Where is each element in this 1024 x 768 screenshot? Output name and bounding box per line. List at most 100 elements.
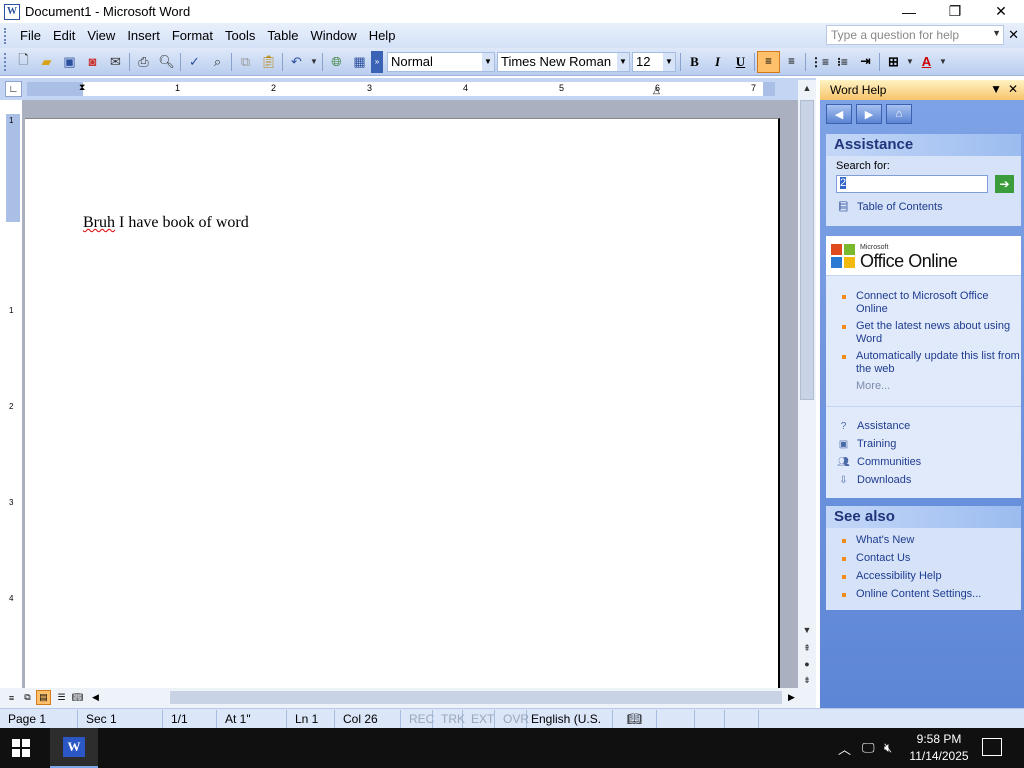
help-search-input[interactable]: Type a question for help ▼ xyxy=(826,25,1004,45)
volume-muted-icon[interactable]: 🔇︎ xyxy=(884,728,892,768)
chevron-down-icon[interactable]: ▼ xyxy=(992,28,1001,38)
contact-us-link[interactable]: Contact Us xyxy=(826,552,1021,565)
assistance-link[interactable]: ? Assistance xyxy=(826,417,1021,435)
vertical-ruler[interactable]: 1 1 2 3 4 xyxy=(6,106,20,686)
help-search-field[interactable]: 2 xyxy=(836,175,988,193)
document-text[interactable]: Bruh I have book of word xyxy=(83,214,249,232)
print-icon[interactable]: ⎙ xyxy=(132,51,155,73)
task-pane-menu-icon[interactable]: ▼ xyxy=(990,82,1002,96)
print-preview-icon[interactable]: 🔍︎ xyxy=(155,51,178,73)
vertical-scrollbar[interactable]: ▲ ▼ ⇞ ● ⇟ xyxy=(798,80,816,690)
font-select[interactable]: Times New Roman ▼ xyxy=(497,51,630,72)
status-language[interactable]: English (U.S. xyxy=(527,709,613,728)
latest-news-link[interactable]: Get the latest news about using Word xyxy=(826,320,1021,346)
toolbar-grip[interactable] xyxy=(4,52,8,71)
bold-button[interactable]: B xyxy=(683,51,706,73)
start-search-icon[interactable]: ➔ xyxy=(995,175,1014,193)
web-layout-view-icon[interactable]: ⧉ xyxy=(20,690,35,705)
underline-button[interactable]: U xyxy=(729,51,752,73)
downloads-link[interactable]: ⇩ Downloads xyxy=(826,471,1021,489)
table-of-contents-link[interactable]: 📘︎ Table of Contents xyxy=(826,198,1021,216)
notifications-icon[interactable] xyxy=(982,738,1002,756)
outline-view-icon[interactable]: ☰ xyxy=(54,690,69,705)
communities-link[interactable]: 👥︎ Communities xyxy=(826,453,1021,471)
menu-window[interactable]: Window xyxy=(304,28,362,43)
auto-update-link[interactable]: Automatically update this list from the … xyxy=(826,350,1021,376)
menu-view[interactable]: View xyxy=(81,28,121,43)
spelling-icon[interactable]: ✓ xyxy=(183,51,206,73)
misspelled-word[interactable]: Bruh xyxy=(83,214,115,231)
new-document-icon[interactable]: 🗋 xyxy=(12,51,35,73)
scroll-up-icon[interactable]: ▲ xyxy=(798,80,816,96)
word-app-icon[interactable]: W xyxy=(4,3,20,20)
scroll-down-icon[interactable]: ▼ xyxy=(798,622,816,638)
vertical-scroll-thumb[interactable] xyxy=(800,100,814,400)
font-size-select[interactable]: 12 ▼ xyxy=(632,51,676,72)
training-link[interactable]: ▣ Training xyxy=(826,435,1021,453)
menu-edit[interactable]: Edit xyxy=(47,28,81,43)
indent-marker-icon[interactable]: ⧗ xyxy=(79,82,85,93)
document-page[interactable]: Bruh I have book of word xyxy=(25,118,780,688)
home-icon[interactable]: ⌂ xyxy=(886,104,912,124)
align-center-icon[interactable]: ≡ xyxy=(780,51,803,73)
status-rec[interactable]: REC xyxy=(401,709,434,728)
horizontal-ruler[interactable]: 1 2 3 4 5 6 7 ⧗ △ xyxy=(27,82,775,96)
back-icon[interactable]: ◀ xyxy=(826,104,852,124)
taskbar-clock[interactable]: 9:58 PM 11/14/2025 xyxy=(904,731,974,765)
open-folder-icon[interactable]: ▰ xyxy=(35,51,58,73)
permission-icon[interactable]: ◙ xyxy=(81,51,104,73)
scroll-right-icon[interactable]: ▶ xyxy=(784,690,799,705)
style-select[interactable]: Normal ▼ xyxy=(387,51,495,72)
next-page-icon[interactable]: ⇟ xyxy=(798,672,816,688)
scroll-left-icon[interactable]: ◀ xyxy=(88,690,103,705)
border-icon[interactable]: ⊞ xyxy=(882,51,905,73)
menu-grip[interactable] xyxy=(4,27,8,44)
paste-icon[interactable]: 📋︎ xyxy=(257,51,280,73)
reading-layout-view-icon[interactable]: 📖︎ xyxy=(70,690,85,705)
status-pages[interactable]: 1/1 xyxy=(163,709,217,728)
horizontal-scroll-thumb[interactable] xyxy=(170,691,782,704)
chevron-down-icon[interactable]: ▼ xyxy=(663,52,675,71)
indent-icon[interactable]: ⇥ xyxy=(854,51,877,73)
menu-table[interactable]: Table xyxy=(261,28,304,43)
status-trk[interactable]: TRK xyxy=(433,709,465,728)
undo-icon[interactable]: ↶ xyxy=(285,51,308,73)
align-left-icon[interactable]: ≡ xyxy=(757,50,780,73)
italic-button[interactable]: I xyxy=(706,51,729,73)
restore-button[interactable]: ❐ xyxy=(932,0,978,23)
status-ovr[interactable]: OVR xyxy=(495,709,529,728)
tab-selector-icon[interactable]: ∟ xyxy=(5,81,22,97)
font-color-dropdown-icon[interactable]: ▼ xyxy=(938,51,948,73)
windows-start-icon[interactable] xyxy=(12,739,30,757)
toolbar-options-icon[interactable]: » xyxy=(371,50,383,73)
connect-online-link[interactable]: Connect to Microsoft Office Online xyxy=(826,290,1021,316)
email-icon[interactable]: ✉ xyxy=(104,51,127,73)
status-line[interactable]: Ln 1 xyxy=(287,709,335,728)
status-page[interactable]: Page 1 xyxy=(0,709,78,728)
task-pane-close-icon[interactable]: ✕ xyxy=(1008,82,1018,96)
previous-page-icon[interactable]: ⇞ xyxy=(798,640,816,656)
status-column[interactable]: Col 26 xyxy=(335,709,401,728)
select-browse-object-icon[interactable]: ● xyxy=(798,656,816,672)
bullets-icon[interactable]: ⁝≡ xyxy=(831,51,854,73)
forward-icon[interactable]: ▶ xyxy=(856,104,882,124)
print-layout-view-icon[interactable]: ▤ xyxy=(36,690,51,705)
more-link[interactable]: More... xyxy=(826,380,1021,392)
hyperlink-icon[interactable]: 🌐︎ xyxy=(325,51,348,73)
insert-table-icon[interactable]: ▦ xyxy=(348,51,371,73)
font-color-icon[interactable]: A xyxy=(915,51,938,73)
status-section[interactable]: Sec 1 xyxy=(78,709,163,728)
research-icon[interactable]: ⌕ xyxy=(206,51,229,73)
show-hidden-icons-icon[interactable]: ︿ xyxy=(838,728,851,768)
right-indent-marker-icon[interactable]: △ xyxy=(653,85,660,96)
undo-dropdown-icon[interactable]: ▼ xyxy=(308,51,320,73)
normal-view-icon[interactable]: ≡ xyxy=(4,690,19,705)
close-document-icon[interactable]: ✕ xyxy=(1008,27,1019,43)
menu-format[interactable]: Format xyxy=(166,28,219,43)
network-icon[interactable]: 🖵︎ xyxy=(862,728,875,768)
whats-new-link[interactable]: What's New xyxy=(826,534,1021,547)
menu-help[interactable]: Help xyxy=(363,28,402,43)
menu-insert[interactable]: Insert xyxy=(121,28,166,43)
online-content-settings-link[interactable]: Online Content Settings... xyxy=(826,588,1021,601)
save-icon[interactable]: ▣ xyxy=(58,51,81,73)
